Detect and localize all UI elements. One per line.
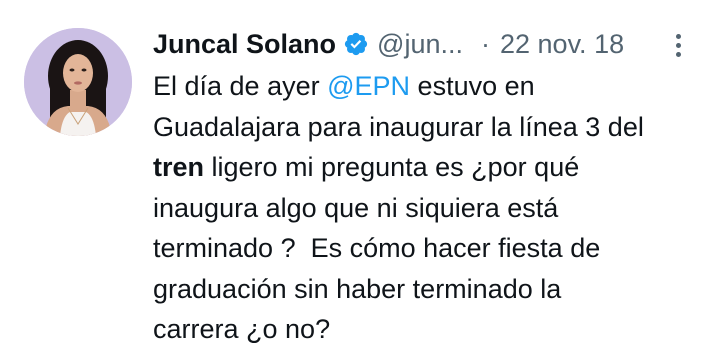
tweet-header: Juncal Solano @jun... · 22 nov. 18	[153, 24, 683, 64]
tweet-text-line: Guadalajara para inaugurar la línea 3 de…	[153, 107, 693, 148]
tweet-text-line: graduación sin haber terminado la	[153, 269, 693, 310]
text-segment: terminado ? Es cómo hacer fiesta de	[153, 233, 601, 263]
tweet-card[interactable]: Juncal Solano @jun... · 22 nov. 18 El dí…	[0, 0, 702, 344]
author-handle[interactable]: @jun...	[377, 29, 463, 60]
avatar[interactable]	[24, 28, 132, 136]
avatar-image	[24, 28, 132, 136]
tweet-text: El día de ayer @EPN estuvo en Guadalajar…	[153, 66, 693, 350]
text-segment: ligero mi pregunta es ¿por qué	[204, 152, 580, 182]
tweet-text-line: terminado ? Es cómo hacer fiesta de	[153, 228, 693, 269]
more-options-icon[interactable]	[673, 34, 683, 64]
tweet-text-line: tren ligero mi pregunta es ¿por qué	[153, 147, 693, 188]
text-segment: Guadalajara para inaugurar la línea 3 de…	[153, 111, 644, 142]
text-segment: El día de ayer	[153, 71, 328, 101]
tweet-date[interactable]: 22 nov. 18	[500, 29, 624, 60]
author-name[interactable]: Juncal Solano	[153, 29, 336, 60]
mention-link[interactable]: @EPN	[327, 71, 410, 101]
tweet-text-line: carrera ¿o no?	[153, 309, 693, 350]
text-segment: graduación sin haber terminado la	[153, 273, 562, 304]
tweet-text-line: El día de ayer @EPN estuvo en	[153, 66, 693, 107]
text-segment: estuvo en	[410, 71, 535, 101]
tweet-text-line: inaugura algo que ni siquiera está	[153, 188, 693, 229]
bold-keyword: tren	[153, 152, 205, 182]
header-separator: ·	[481, 28, 490, 59]
verified-badge-icon	[343, 31, 369, 57]
text-segment: inaugura algo que ni siquiera está	[153, 192, 559, 223]
